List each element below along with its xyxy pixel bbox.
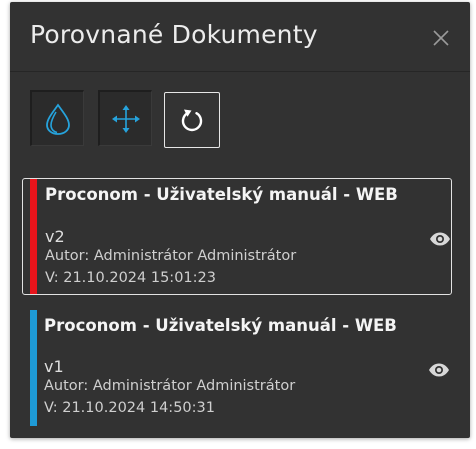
- document-card-v1[interactable]: Proconom - Uživatelský manuál - WEB v1 A…: [22, 309, 452, 427]
- move-mode-button[interactable]: [98, 90, 152, 146]
- panel-title: Porovnané Dokumenty: [30, 20, 318, 49]
- document-version: v2: [45, 227, 65, 246]
- panel-header: Porovnané Dokumenty: [10, 2, 470, 72]
- reset-button[interactable]: [164, 92, 220, 148]
- close-icon: [433, 30, 449, 46]
- refresh-icon: [181, 109, 203, 132]
- document-color-stripe: [30, 179, 37, 294]
- document-date: V: 21.10.2024 15:01:23: [45, 270, 216, 286]
- compared-documents-panel: Porovnané Dokumenty Proconom - Uživatels…: [10, 2, 470, 438]
- toggle-visibility-button[interactable]: [429, 231, 451, 247]
- eye-icon: [430, 232, 450, 246]
- document-author: Autor: Administrátor Administrátor: [44, 378, 296, 394]
- document-date: V: 21.10.2024 14:50:31: [44, 400, 215, 416]
- toggle-visibility-button[interactable]: [428, 362, 450, 378]
- eye-icon: [429, 363, 449, 377]
- document-color-stripe: [30, 310, 37, 426]
- document-title: Proconom - Uživatelský manuál - WEB: [45, 185, 398, 204]
- overlay-mode-button[interactable]: [30, 90, 84, 146]
- document-version: v1: [44, 357, 64, 376]
- close-button[interactable]: [430, 27, 452, 49]
- document-author: Autor: Administrátor Administrátor: [45, 248, 297, 264]
- drops-icon: [45, 102, 70, 135]
- move-arrows-icon: [111, 104, 140, 133]
- document-title: Proconom - Uživatelský manuál - WEB: [44, 316, 397, 335]
- document-card-v2[interactable]: Proconom - Uživatelský manuál - WEB v2 A…: [22, 178, 452, 295]
